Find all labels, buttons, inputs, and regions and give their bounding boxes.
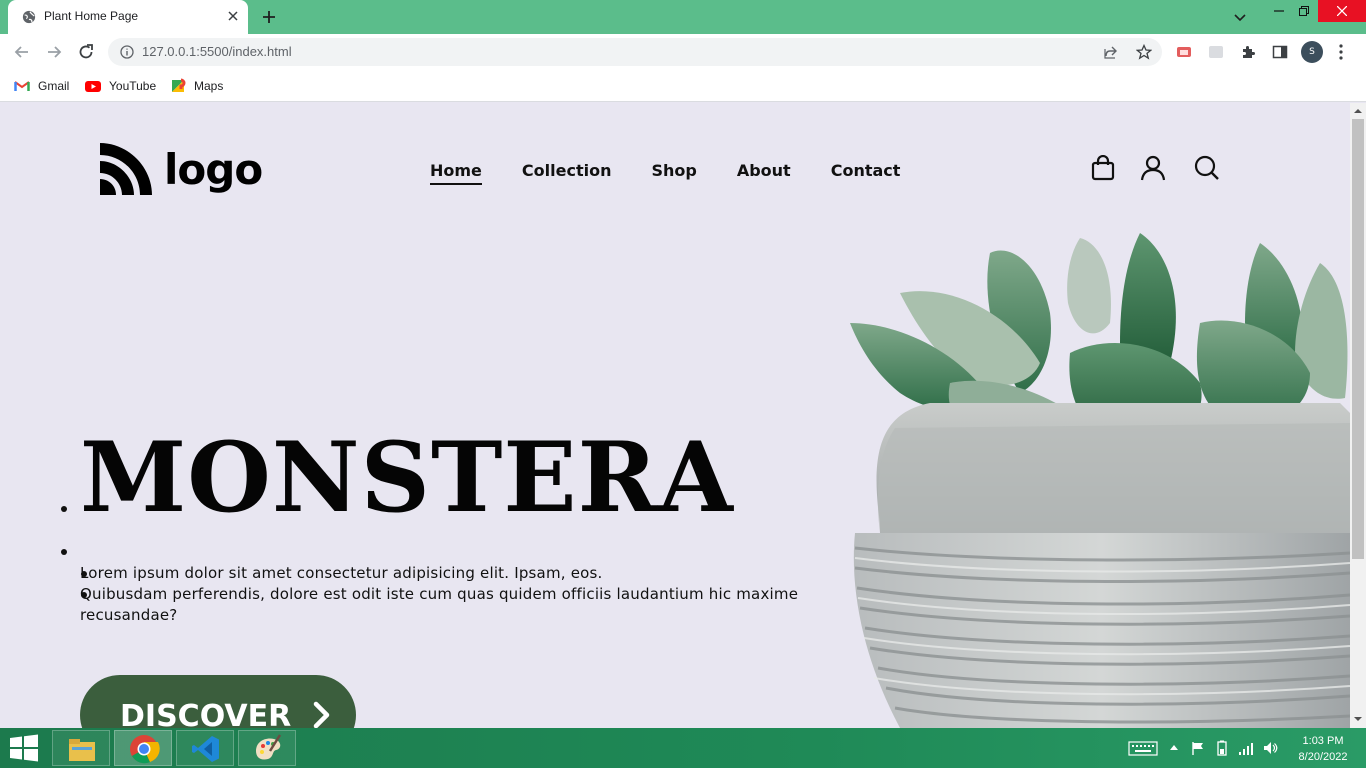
windows-start-icon[interactable] [8,734,40,762]
bookmark-gmail[interactable]: Gmail [14,77,69,95]
bookmark-maps[interactable]: Maps [170,77,223,95]
signal-icon[interactable] [1238,740,1254,756]
nav-contact[interactable]: Contact [831,161,901,185]
back-icon[interactable] [12,42,32,62]
new-tab-icon[interactable] [261,9,277,25]
bookmark-star-icon[interactable] [1136,44,1152,60]
close-window-button[interactable] [1318,0,1366,22]
site-logo[interactable]: logo [100,143,263,195]
scroll-thumb[interactable] [1352,119,1364,559]
user-icon[interactable] [1140,155,1166,181]
nav-shop[interactable]: Shop [651,161,696,185]
gmail-icon [14,81,30,91]
clock-date: 8/20/2022 [1298,751,1348,763]
maximize-button[interactable] [1289,0,1319,22]
taskbar-chrome[interactable] [114,730,172,766]
bag-icon[interactable] [1090,155,1116,181]
hero-title: MONSTERA [80,421,734,534]
taskbar-vscode[interactable] [176,730,234,766]
menu-dots-icon[interactable] [1338,43,1344,61]
search-icon[interactable] [1194,155,1220,181]
maps-icon [172,78,186,92]
show-hidden-icons-icon[interactable] [1168,740,1180,756]
browser-toolbar: 127.0.0.1:5500/index.html S [0,34,1366,70]
tab-search-chevron-icon[interactable] [1232,9,1248,25]
address-bar[interactable]: 127.0.0.1:5500/index.html [108,38,1162,66]
youtube-icon [85,81,101,92]
restore-icon [1299,6,1309,16]
taskbar-file-explorer[interactable] [52,730,110,766]
paint-icon [256,734,282,760]
succulent-plant-image [850,233,1350,728]
extensions-puzzle-icon[interactable] [1240,44,1256,60]
extension-placeholder-icon[interactable] [1208,44,1224,60]
battery-icon[interactable] [1214,740,1230,756]
bookmark-label: Gmail [38,79,70,93]
site-info-icon[interactable] [120,45,134,59]
discover-button[interactable]: DISCOVER [80,675,356,728]
globe-icon [22,10,36,24]
action-center-flag-icon[interactable] [1190,740,1206,756]
nav-collection[interactable]: Collection [522,161,612,185]
bookmark-youtube[interactable]: YouTube [85,77,156,95]
file-explorer-icon [69,739,95,761]
cast-extension-icon[interactable] [1176,44,1192,60]
side-panel-icon[interactable] [1272,44,1288,60]
main-nav: Home Collection Shop About Contact [430,161,900,185]
list-bullet [61,506,67,512]
page-scrollbar[interactable] [1350,103,1366,728]
nav-about[interactable]: About [737,161,791,185]
volume-icon[interactable] [1262,740,1278,756]
logo-mark-icon [100,143,152,195]
close-tab-icon[interactable] [226,9,240,23]
hero-line-1: Lorem ipsum dolor sit amet consectetur a… [80,564,603,582]
reload-icon[interactable] [76,42,96,62]
vscode-icon [192,736,219,762]
bookmark-label: Maps [194,79,224,93]
list-bullet [61,549,67,555]
minimize-icon [1274,10,1284,12]
discover-label: DISCOVER [120,698,292,729]
scroll-down-arrow-icon[interactable] [1354,715,1362,723]
chevron-right-icon [313,701,330,728]
profile-avatar[interactable]: S [1301,41,1323,63]
keyboard-icon[interactable] [1128,740,1158,756]
nav-home[interactable]: Home [430,161,482,185]
browser-tab[interactable]: Plant Home Page [8,0,248,34]
taskbar-paint[interactable] [238,730,296,766]
browser-titlebar: Plant Home Page [0,0,1366,34]
forward-icon[interactable] [44,42,64,62]
close-icon [1337,6,1347,16]
bookmarks-bar: Gmail YouTube Maps [0,70,1366,102]
clock-time: 1:03 PM [1302,735,1344,747]
hero-line-2: Quibusdam perferendis, dolore est odit i… [80,585,799,624]
bookmark-label: YouTube [109,79,157,93]
web-page: logo Home Collection Shop About Contact … [0,103,1350,728]
taskbar-clock[interactable]: 1:03 PM 8/20/2022 [1288,733,1358,765]
tab-title: Plant Home Page [44,9,139,23]
logo-text: logo [164,144,263,194]
chrome-icon [130,735,160,764]
windows-taskbar: 1:03 PM 8/20/2022 [0,728,1366,768]
share-icon[interactable] [1103,44,1119,60]
scroll-up-arrow-icon[interactable] [1354,107,1362,115]
url-text[interactable]: 127.0.0.1:5500/index.html [142,44,292,59]
